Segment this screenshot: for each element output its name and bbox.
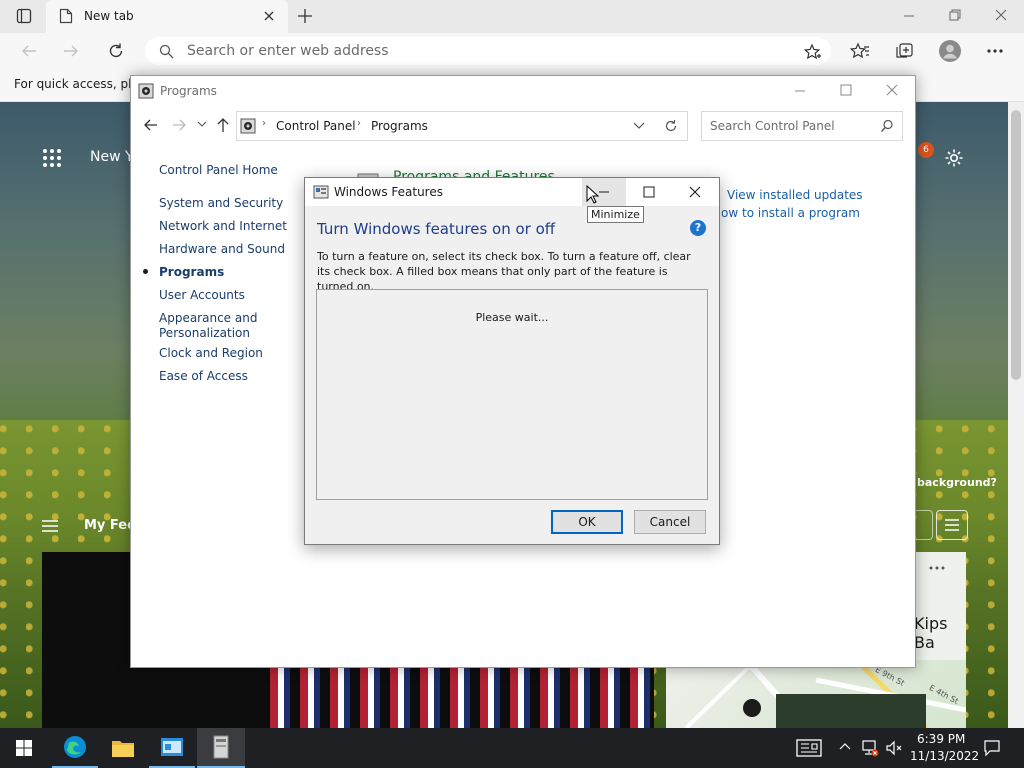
how-to-install-link[interactable]: How to install a program	[712, 206, 860, 220]
layout-list-button[interactable]	[936, 510, 968, 540]
breadcrumb-cp-icon	[240, 118, 256, 134]
clock-date[interactable]: 11/13/2022	[910, 749, 979, 763]
mouse-cursor-icon	[586, 185, 600, 205]
cp-refresh-button[interactable]	[655, 111, 688, 141]
cp-search-box[interactable]: Search Control Panel	[701, 111, 903, 141]
address-placeholder: Search or enter web address	[187, 43, 389, 59]
sidebar-item-programs[interactable]: Programs	[159, 265, 224, 279]
background-question[interactable]: background?	[917, 476, 997, 489]
tab-new-tab[interactable]: New tab	[46, 0, 288, 33]
favorites-hint: For quick access, plac	[14, 77, 146, 91]
card-more-icon[interactable]	[928, 564, 946, 572]
tab-actions-icon[interactable]	[16, 8, 32, 24]
close-tab-icon[interactable]	[262, 9, 276, 23]
my-feed-label[interactable]: My Fee	[84, 518, 136, 533]
dialog-title: Windows Features	[334, 185, 443, 199]
back-arrow-icon[interactable]	[20, 43, 38, 59]
cp-address-bar[interactable]: › Control Panel › Programs	[236, 111, 656, 141]
breadcrumb-separator: ›	[357, 118, 361, 129]
dialog-titlebar[interactable]: Windows Features	[305, 178, 719, 206]
browser-close-icon[interactable]	[994, 8, 1008, 22]
view-installed-updates-link[interactable]: View installed updates	[727, 188, 863, 202]
scrollbar-thumb[interactable]	[1011, 110, 1021, 380]
cancel-button[interactable]: Cancel	[634, 510, 706, 534]
loading-text: Please wait...	[475, 311, 549, 324]
sidebar-item-user-accounts[interactable]: User Accounts	[159, 288, 245, 302]
control-panel-icon	[138, 83, 154, 99]
cp-window-title: Programs	[160, 84, 217, 98]
start-button[interactable]	[0, 728, 48, 768]
sidebar-item-ease-of-access[interactable]: Ease of Access	[159, 369, 248, 383]
ok-button[interactable]: OK	[551, 510, 623, 534]
news-card-flags-image	[270, 666, 654, 728]
taskbar: 6:39 PM 11/13/2022	[0, 728, 1024, 768]
collections-icon[interactable]	[895, 42, 915, 60]
map-image: E 9th St E 4th St	[666, 660, 966, 728]
cp-titlebar[interactable]: Programs	[131, 76, 915, 105]
tab-strip: New tab	[0, 0, 1024, 33]
features-list[interactable]: Please wait...	[316, 289, 708, 500]
breadcrumb-separator: ›	[262, 118, 266, 129]
refresh-icon[interactable]	[106, 41, 126, 61]
page-icon	[59, 8, 73, 24]
profile-avatar[interactable]	[939, 40, 961, 62]
network-icon[interactable]	[861, 739, 879, 757]
breadcrumb-programs[interactable]: Programs	[371, 119, 428, 133]
clock-time[interactable]: 6:39 PM	[917, 732, 965, 746]
sidebar-item-hardware-sound[interactable]: Hardware and Sound	[159, 242, 285, 256]
address-dropdown-icon[interactable]	[633, 122, 645, 130]
dialog-heading: Turn Windows features on or off	[317, 220, 556, 238]
new-tab-button[interactable]	[296, 7, 314, 25]
edge-taskbar-icon[interactable]	[52, 728, 98, 768]
browser-restore-icon[interactable]	[948, 8, 962, 22]
breadcrumb-control-panel[interactable]: Control Panel	[276, 119, 356, 133]
forward-arrow-icon[interactable]	[62, 43, 80, 59]
map-card-title: Kips Ba	[914, 614, 948, 652]
search-icon	[159, 44, 174, 59]
address-bar[interactable]: Search or enter web address	[145, 37, 831, 65]
windows-features-icon	[313, 184, 329, 200]
sidebar-item-clock-region[interactable]: Clock and Region	[159, 346, 263, 360]
dialog-description: To turn a feature on, select its check b…	[317, 250, 691, 293]
notification-badge: 6	[918, 142, 934, 158]
cp-refresh-icon	[664, 119, 678, 133]
tab-title: New tab	[84, 9, 134, 23]
ntp-settings-gear-icon[interactable]	[944, 148, 964, 168]
sidebar-item-network-internet[interactable]: Network and Internet	[159, 219, 287, 233]
windows-logo-icon	[16, 740, 32, 756]
volume-muted-icon[interactable]	[885, 739, 903, 757]
apps-grid-icon[interactable]	[42, 148, 62, 168]
current-item-bullet	[143, 269, 148, 274]
cp-search-placeholder: Search Control Panel	[710, 119, 835, 133]
cp-up-icon[interactable]	[216, 117, 230, 133]
cp-close-icon[interactable]	[885, 83, 899, 97]
feed-menu-icon[interactable]	[40, 518, 60, 534]
greeting-text: New Y	[90, 149, 134, 165]
settings-more-icon[interactable]	[986, 42, 1004, 60]
dialog-close-button[interactable]	[672, 178, 718, 206]
help-icon[interactable]: ?	[690, 220, 706, 236]
cp-forward-icon[interactable]	[171, 118, 187, 132]
cp-home-link[interactable]: Control Panel Home	[159, 163, 278, 177]
dialog-maximize-button[interactable]	[626, 178, 672, 206]
browser-minimize-icon[interactable]	[902, 9, 916, 23]
cp-search-icon	[880, 119, 894, 133]
favorites-icon[interactable]	[850, 42, 870, 60]
action-center-icon[interactable]	[983, 739, 1001, 757]
cp-back-icon[interactable]	[143, 118, 159, 132]
news-widget-icon[interactable]	[796, 738, 822, 758]
control-panel-taskbar-icon[interactable]	[149, 728, 195, 768]
sidebar-item-system-security[interactable]: System and Security	[159, 196, 283, 210]
sidebar-item-appearance[interactable]: Appearance and Personalization	[159, 311, 269, 341]
show-hidden-icons-chevron-icon[interactable]	[839, 741, 851, 751]
file-explorer-taskbar-icon[interactable]	[100, 728, 146, 768]
add-favorite-icon[interactable]	[803, 43, 821, 61]
cp-recent-dropdown-icon[interactable]	[197, 120, 207, 128]
cp-minimize-icon[interactable]	[793, 84, 807, 98]
minimize-tooltip: Minimize	[587, 206, 644, 223]
cp-maximize-icon[interactable]	[839, 83, 853, 97]
windows-features-taskbar-icon[interactable]	[197, 728, 245, 768]
windows-features-dialog: Windows Features Minimize Turn Windows f…	[304, 177, 720, 545]
